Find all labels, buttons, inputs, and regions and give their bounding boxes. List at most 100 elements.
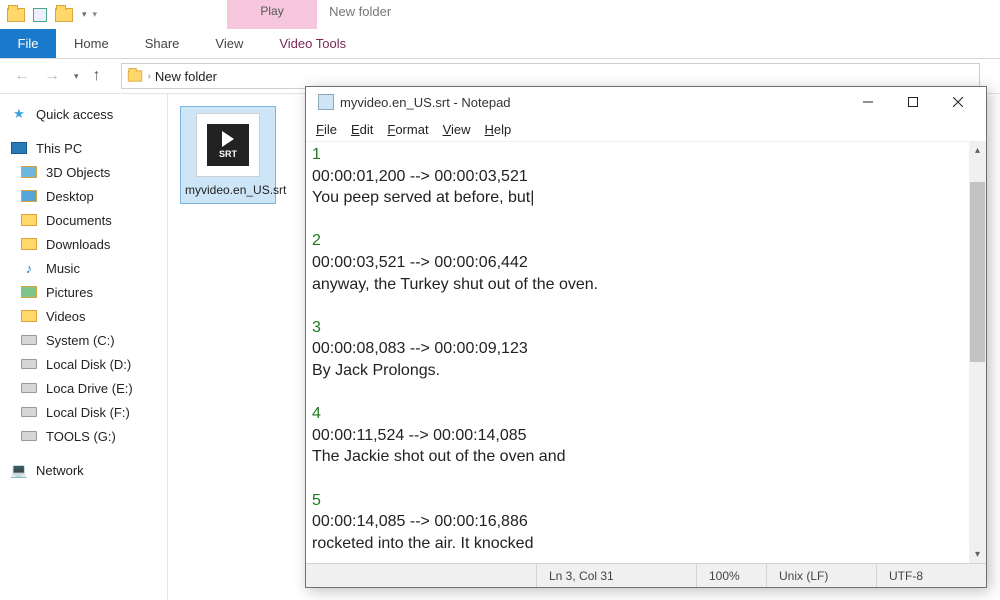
sidebar-item-music[interactable]: ♪ Music	[0, 256, 167, 280]
status-position: Ln 3, Col 31	[536, 564, 696, 587]
address-segment[interactable]: New folder	[155, 69, 217, 84]
up-button[interactable]: ↑	[85, 64, 109, 88]
sidebar-item-label: Desktop	[46, 189, 94, 204]
pictures-icon	[20, 284, 38, 300]
sidebar-item-downloads[interactable]: Downloads	[0, 232, 167, 256]
disk-icon	[20, 332, 38, 348]
tab-share[interactable]: Share	[127, 29, 198, 58]
folder-icon	[20, 164, 38, 180]
disk-icon	[20, 428, 38, 444]
sidebar-item-desktop[interactable]: Desktop	[0, 184, 167, 208]
folder-icon	[6, 5, 26, 25]
tab-view[interactable]: View	[197, 29, 261, 58]
sidebar-item-3d-objects[interactable]: 3D Objects	[0, 160, 167, 184]
scrollbar-thumb[interactable]	[970, 182, 985, 362]
srt-text: anyway, the Turkey shut out of the oven.	[312, 274, 980, 296]
sidebar-item-label: Music	[46, 261, 80, 276]
srt-time: 00:00:11,524 --> 00:00:14,085	[312, 425, 980, 447]
sidebar-item-videos[interactable]: Videos	[0, 304, 167, 328]
quick-access-header[interactable]: ★ Quick access	[0, 102, 167, 126]
sidebar-item-label: System (C:)	[46, 333, 115, 348]
this-pc-header[interactable]: This PC	[0, 136, 167, 160]
navigation-pane: ★ Quick access This PC 3D Objects Deskto…	[0, 94, 168, 600]
srt-icon: SRT	[207, 124, 249, 166]
notepad-title: myvideo.en_US.srt - Notepad	[340, 95, 845, 110]
contextual-tab-group: Play New folder	[227, 0, 403, 29]
sidebar-item-label: Network	[36, 463, 84, 478]
sidebar-item-local-disk-f[interactable]: Local Disk (F:)	[0, 400, 167, 424]
menu-file[interactable]: File	[316, 122, 337, 137]
ribbon-tabs: File Home Share View Video Tools	[0, 29, 1000, 59]
folder-icon[interactable]	[54, 5, 74, 25]
minimize-button[interactable]	[845, 88, 890, 116]
sidebar-item-label: Local Disk (D:)	[46, 357, 131, 372]
sidebar-item-label: Videos	[46, 309, 86, 324]
sidebar-item-label: 3D Objects	[46, 165, 110, 180]
window-title: New folder	[317, 0, 403, 29]
sidebar-item-documents[interactable]: Documents	[0, 208, 167, 232]
notepad-editor[interactable]: 1 00:00:01,200 --> 00:00:03,521 You peep…	[306, 141, 986, 563]
srt-time: 00:00:08,083 --> 00:00:09,123	[312, 338, 980, 360]
sidebar-item-loca-drive-e[interactable]: Loca Drive (E:)	[0, 376, 167, 400]
notepad-icon	[318, 94, 334, 110]
srt-index: 2	[312, 230, 980, 252]
sidebar-item-pictures[interactable]: Pictures	[0, 280, 167, 304]
quick-access-toolbar: ▾ ▾	[0, 0, 103, 29]
pin-icon: ★	[10, 106, 28, 122]
desktop-icon	[20, 188, 38, 204]
sidebar-item-network[interactable]: 💻 Network	[0, 458, 167, 482]
srt-badge-text: SRT	[219, 149, 237, 159]
back-button[interactable]: ←	[10, 64, 34, 88]
chevron-down-icon[interactable]: ▾	[82, 9, 87, 20]
status-zoom: 100%	[696, 564, 766, 587]
qat-customize-icon[interactable]: ▾	[93, 9, 98, 20]
srt-text: The Jackie shot out of the oven and	[312, 446, 980, 468]
file-tab[interactable]: File	[0, 29, 56, 58]
explorer-titlebar: ▾ ▾ Play New folder	[0, 0, 1000, 29]
documents-icon	[20, 212, 38, 228]
close-button[interactable]	[935, 88, 980, 116]
file-item-srt[interactable]: SRT myvideo.en_US.srt	[180, 106, 276, 204]
forward-button[interactable]: →	[40, 64, 64, 88]
menu-help[interactable]: Help	[485, 122, 512, 137]
srt-time: 00:00:01,200 --> 00:00:03,521	[312, 166, 980, 188]
sidebar-item-tools-g[interactable]: TOOLS (G:)	[0, 424, 167, 448]
chevron-right-icon[interactable]: ›	[144, 71, 155, 82]
status-eol: Unix (LF)	[766, 564, 876, 587]
file-thumbnail: SRT	[196, 113, 260, 177]
sidebar-item-label: Documents	[46, 213, 112, 228]
sidebar-item-label: Downloads	[46, 237, 110, 252]
folder-icon	[126, 69, 144, 83]
save-icon[interactable]	[30, 5, 50, 25]
menu-format[interactable]: Format	[387, 122, 428, 137]
maximize-button[interactable]	[890, 88, 935, 116]
menu-view[interactable]: View	[443, 122, 471, 137]
pc-icon	[10, 140, 28, 156]
srt-text: By Jack Prolongs.	[312, 360, 980, 382]
sidebar-item-local-disk-d[interactable]: Local Disk (D:)	[0, 352, 167, 376]
notepad-statusbar: Ln 3, Col 31 100% Unix (LF) UTF-8	[306, 563, 986, 587]
srt-index: 3	[312, 317, 980, 339]
history-dropdown-icon[interactable]: ▾	[74, 71, 79, 82]
sidebar-item-label: Loca Drive (E:)	[46, 381, 133, 396]
tab-home[interactable]: Home	[56, 29, 127, 58]
scroll-up-icon[interactable]: ▴	[969, 142, 986, 159]
srt-text: You peep served at before, but	[312, 187, 980, 209]
disk-icon	[20, 404, 38, 420]
quick-access-label: Quick access	[36, 107, 113, 122]
tab-video-tools[interactable]: Video Tools	[261, 29, 364, 58]
music-icon: ♪	[20, 260, 38, 276]
sidebar-item-system-c[interactable]: System (C:)	[0, 328, 167, 352]
scrollbar[interactable]: ▴ ▾	[969, 142, 986, 563]
menu-edit[interactable]: Edit	[351, 122, 373, 137]
notepad-window: myvideo.en_US.srt - Notepad File Edit Fo…	[305, 86, 987, 588]
sidebar-item-label: Local Disk (F:)	[46, 405, 130, 420]
sidebar-item-label: Pictures	[46, 285, 93, 300]
disk-icon	[20, 356, 38, 372]
notepad-titlebar[interactable]: myvideo.en_US.srt - Notepad	[306, 87, 986, 117]
scroll-down-icon[interactable]: ▾	[969, 546, 986, 563]
status-encoding: UTF-8	[876, 564, 986, 587]
sidebar-item-label: TOOLS (G:)	[46, 429, 116, 444]
notepad-menubar: File Edit Format View Help	[306, 117, 986, 141]
network-icon: 💻	[10, 462, 28, 478]
